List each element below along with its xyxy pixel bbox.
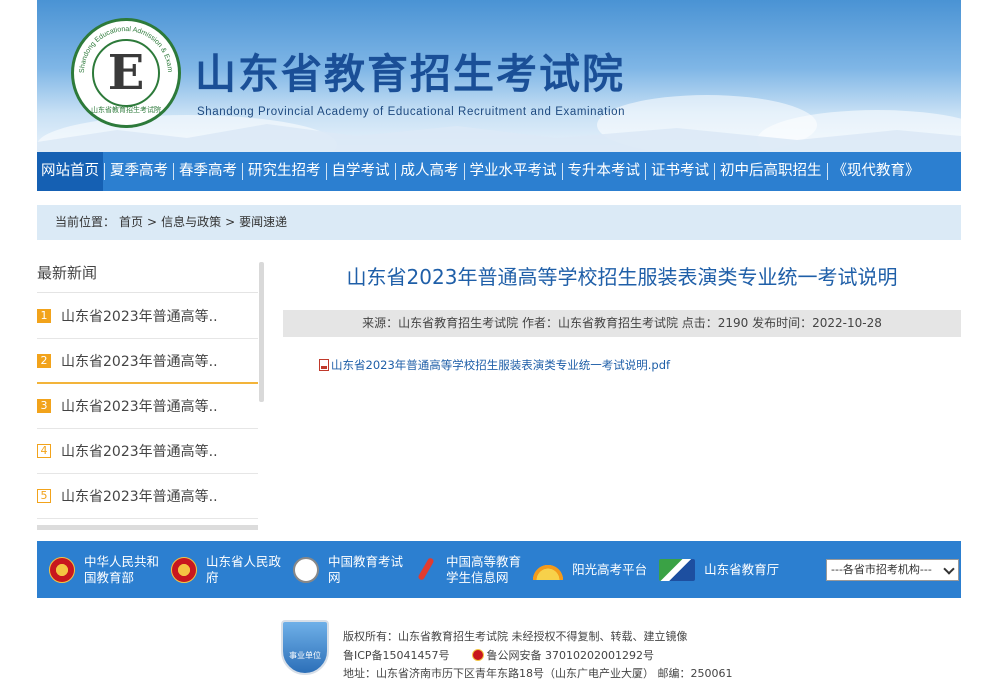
footer-address: 地址：山东省济南市历下区青年东路18号（山东广电产业大厦） 邮编：250061 (343, 667, 733, 680)
site-subtitle: Shandong Provincial Academy of Education… (197, 106, 626, 118)
latest-news-sidebar: 最新新闻 1 山东省2023年普通高等.. 2 山东省2023年普通高等.. 3… (37, 262, 264, 530)
link-chsi[interactable]: 中国高等教育 学生信息网 (415, 554, 521, 586)
link-ministry-of-education[interactable]: 中华人民共和 国教育部 (49, 554, 159, 586)
attachment-name[interactable]: 山东省2023年普通高等学校招生服装表演类专业统一考试说明.pdf (331, 357, 670, 373)
police-record-link[interactable]: 鲁公网安备 37010202001292号 (487, 649, 654, 662)
rank-badge: 4 (37, 444, 51, 458)
exam-logo-icon (293, 556, 320, 583)
rank-badge: 1 (37, 309, 51, 323)
sidebar-scrollbar[interactable] (259, 262, 264, 402)
link-label: 中华人民共和 国教育部 (84, 553, 160, 585)
news-link[interactable]: 山东省2023年普通高等.. (61, 396, 218, 416)
national-emblem-icon (49, 556, 75, 583)
select-value: ---各省市招考机构--- (831, 562, 932, 576)
news-list-item[interactable]: 1 山东省2023年普通高等.. (37, 294, 258, 339)
nav-item-upgrade[interactable]: 专升本考试 (564, 152, 645, 191)
nav-item-proficiency[interactable]: 学业水平考试 (466, 152, 561, 191)
nav-item-modern-education[interactable]: 《现代教育》 (829, 152, 924, 191)
breadcrumb-separator: > (225, 215, 236, 229)
breadcrumb-news[interactable]: 要闻速递 (239, 215, 287, 229)
nav-item-home[interactable]: 网站首页 (37, 152, 103, 191)
nav-divider (104, 163, 105, 180)
news-list: 1 山东省2023年普通高等.. 2 山东省2023年普通高等.. 3 山东省2… (37, 294, 258, 519)
breadcrumb-policy[interactable]: 信息与政策 (161, 215, 221, 229)
news-list-item[interactable]: 5 山东省2023年普通高等.. (37, 474, 258, 519)
link-label: 中国教育考试网 (328, 553, 404, 585)
news-list-item[interactable]: 4 山东省2023年普通高等.. (37, 429, 258, 474)
nav-divider (173, 163, 174, 180)
sunrise-icon (533, 559, 564, 580)
link-shandong-education-dept[interactable]: 山东省教育厅 (659, 558, 780, 581)
public-institution-badge[interactable]: 事业单位 (281, 620, 329, 675)
sidebar-title-divider (37, 292, 258, 293)
link-china-exam-network[interactable]: 中国教育考试网 (293, 554, 403, 586)
nav-item-adult-exam[interactable]: 成人高考 (397, 152, 463, 191)
breadcrumb-separator: > (147, 215, 158, 229)
nav-item-spring-exam[interactable]: 春季高考 (175, 152, 241, 191)
site-title: 山东省教育招生考试院 (195, 50, 625, 98)
article-meta: 来源：山东省教育招生考试院 作者：山东省教育招生考试院 点击：2190 发布时间… (283, 310, 961, 337)
sidebar-bottom-bar (37, 525, 258, 530)
rocket-logo-icon (415, 557, 437, 583)
nav-item-vocational[interactable]: 初中后高职招生 (716, 152, 826, 191)
news-list-item[interactable]: 3 山东省2023年普通高等.. (37, 384, 258, 429)
sidebar-title: 最新新闻 (37, 264, 98, 282)
national-emblem-icon (171, 556, 198, 583)
nav-divider (394, 163, 396, 180)
news-link[interactable]: 山东省2023年普通高等.. (61, 351, 218, 371)
nav-divider (561, 163, 563, 180)
footer-copyright: 版权所有：山东省教育招生考试院 未经授权不得复制、转载、建立镜像 (343, 630, 688, 643)
edu-dept-icon (659, 558, 696, 581)
nav-divider (242, 163, 243, 180)
rank-badge: 2 (37, 353, 51, 368)
logo-bottom-text: 山东省教育招生考试院 (91, 106, 161, 114)
badge-label: 事业单位 (289, 651, 321, 660)
police-badge-icon (471, 649, 484, 661)
attachment-link[interactable]: 山东省2023年普通高等学校招生服装表演类专业统一考试说明.pdf (319, 357, 670, 373)
news-list-item[interactable]: 2 山东省2023年普通高等.. (37, 339, 258, 384)
nav-divider (826, 163, 828, 180)
article-title: 山东省2023年普通高等学校招生服装表演类专业统一考试说明 (346, 265, 898, 289)
chevron-down-icon (943, 562, 955, 575)
link-label: 山东省人民政府 (206, 553, 282, 585)
breadcrumb-home[interactable]: 首页 (119, 215, 143, 229)
main-nav: 网站首页 夏季高考 春季高考 研究生招考 自学考试 成人高考 学业水平考试 专升… (37, 152, 961, 191)
nav-divider (645, 163, 646, 180)
nav-item-self-study[interactable]: 自学考试 (328, 152, 394, 191)
logo-letter: E (107, 45, 145, 101)
news-link[interactable]: 山东省2023年普通高等.. (61, 441, 218, 461)
article: 山东省2023年普通高等学校招生服装表演类专业统一考试说明 来源：山东省教育招生… (283, 262, 961, 372)
nav-divider (463, 163, 465, 180)
nav-divider (325, 163, 327, 180)
breadcrumb-label: 当前位置： (55, 215, 116, 229)
exam-agency-select[interactable]: ---各省市招考机构--- (826, 558, 959, 581)
link-label: 山东省教育厅 (704, 561, 780, 577)
logo-letter-box: E (92, 39, 160, 107)
icp-link[interactable]: 鲁ICP备15041457号 (343, 649, 450, 662)
site-logo[interactable]: Shandong Educational Admission & Examina… (71, 18, 181, 128)
news-link[interactable]: 山东省2023年普通高等.. (61, 486, 218, 506)
friend-links-bar: 中华人民共和 国教育部 山东省人民政府 中国教育考试网 中国高等教育 学生信息网 阳… (37, 541, 961, 598)
breadcrumb: 当前位置： 首页 > 信息与政策 > 要闻速递 (37, 205, 961, 240)
link-label: 中国高等教育 学生信息网 (446, 553, 522, 585)
rank-badge: 3 (37, 399, 51, 413)
nav-item-certificate[interactable]: 证书考试 (647, 152, 713, 191)
pdf-file-icon (319, 359, 329, 371)
link-sunshine-gaokao[interactable]: 阳光高考平台 (533, 559, 648, 580)
link-shandong-government[interactable]: 山东省人民政府 (171, 554, 281, 586)
nav-item-summer-exam[interactable]: 夏季高考 (106, 152, 172, 191)
nav-item-graduate[interactable]: 研究生招考 (244, 152, 325, 191)
news-link[interactable]: 山东省2023年普通高等.. (61, 306, 218, 326)
nav-divider (714, 163, 715, 180)
rank-badge: 5 (37, 489, 51, 503)
site-banner: Shandong Educational Admission & Examina… (37, 0, 961, 152)
link-label: 阳光高考平台 (572, 561, 648, 577)
footer-record-line: 鲁ICP备15041457号 鲁公网安备 37010202001292号 (343, 647, 654, 663)
